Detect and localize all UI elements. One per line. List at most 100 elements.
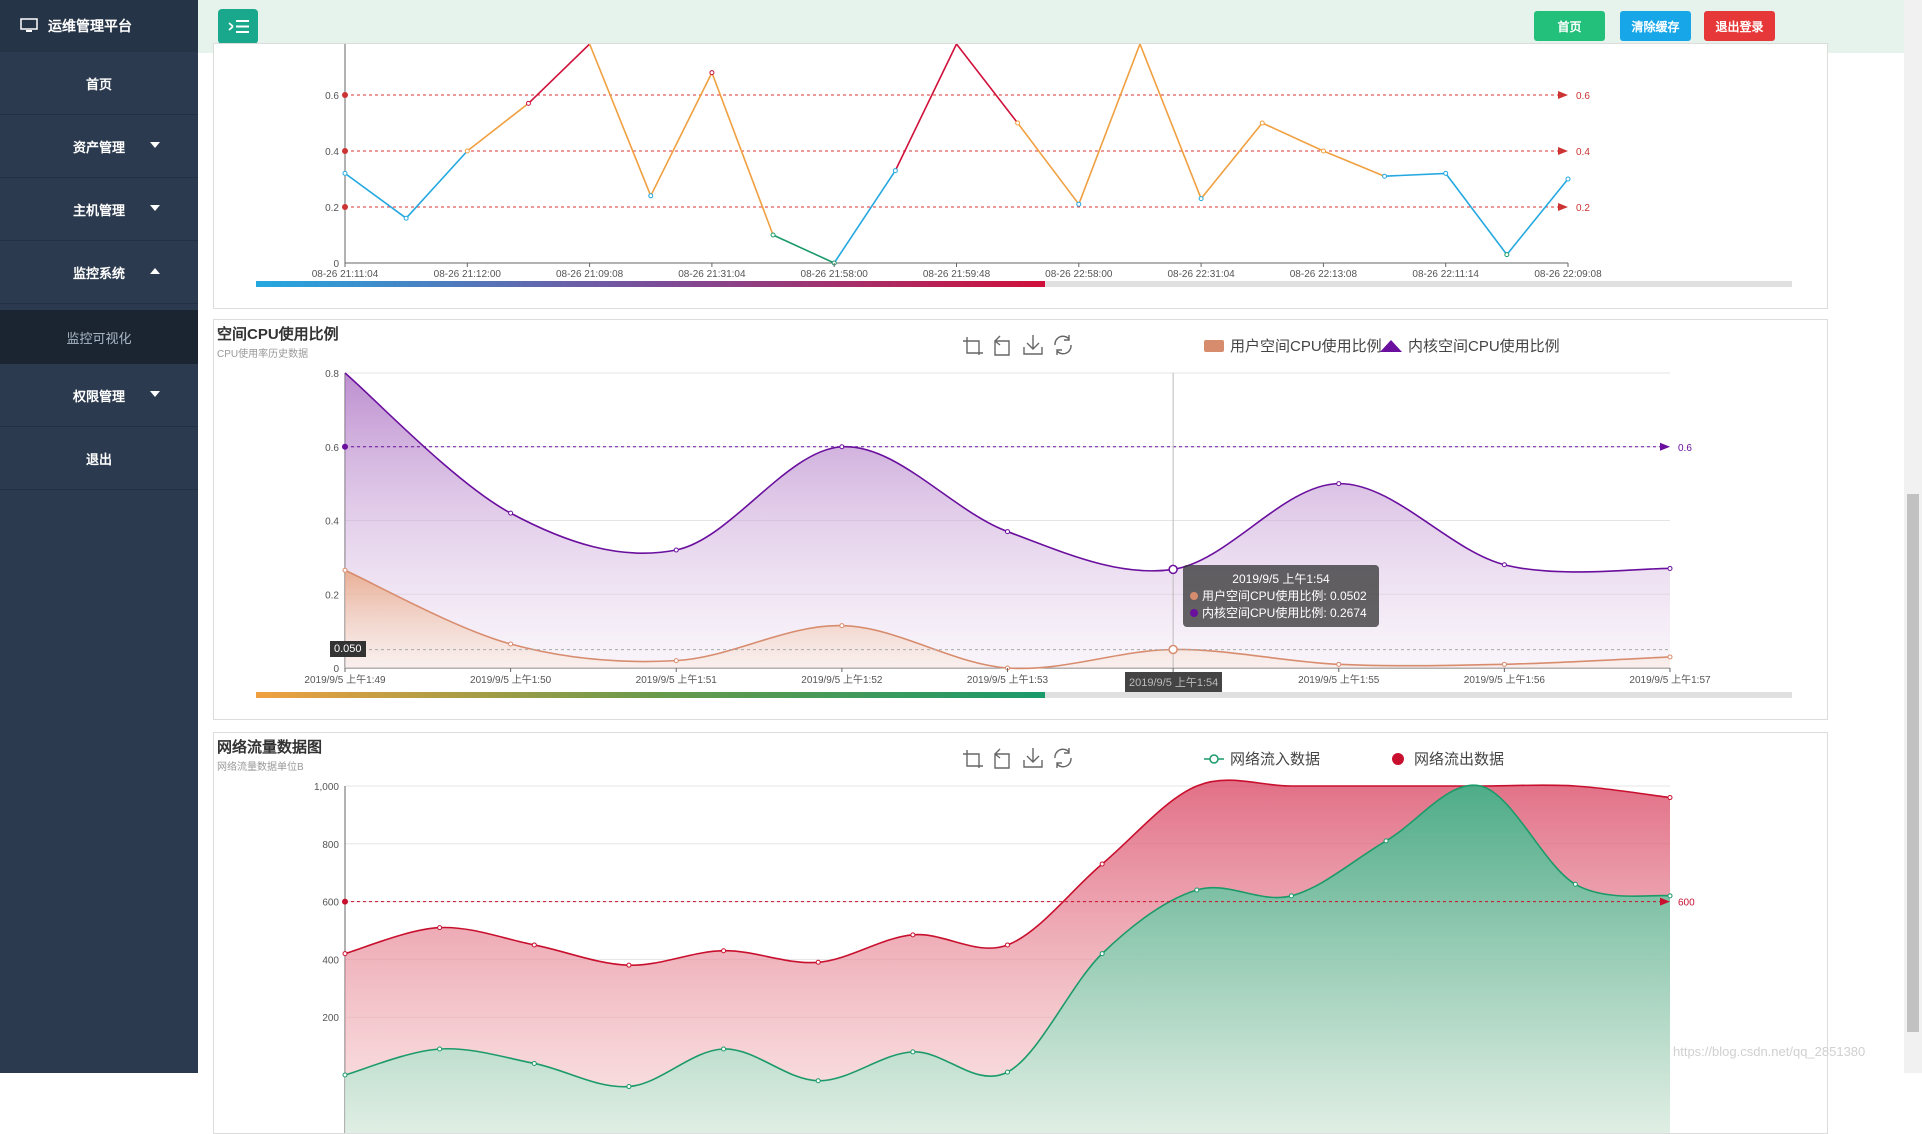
series-segment — [772, 234, 835, 264]
x-tick-label: 08-26 22:09:08 — [1534, 269, 1602, 280]
legend-swatch-net-out — [1392, 753, 1404, 765]
data-point — [648, 193, 654, 199]
markline-label: 0.6 — [1576, 91, 1590, 102]
page-scrollbar[interactable] — [1904, 0, 1922, 1073]
chart-2-datazoom[interactable] — [256, 692, 1792, 698]
menu-toggle-button[interactable] — [218, 9, 258, 44]
sidebar-item-exit[interactable]: 退出 — [0, 427, 198, 490]
monitor-icon — [20, 18, 38, 32]
tooltip-title: 2019/9/5 上午1:54 — [1232, 572, 1330, 586]
data-point — [815, 959, 821, 965]
series-segment — [1323, 150, 1385, 177]
chart-2-series — [342, 372, 1673, 671]
data-point — [1382, 173, 1388, 179]
markline-start-dot — [342, 92, 348, 98]
data-point — [721, 1046, 727, 1052]
sidebar-item-monitor[interactable]: 监控系统 — [0, 241, 198, 304]
data-point — [1383, 838, 1389, 844]
chart-panel-1: 0.6 0.4 0.2 0 0.2 0.4 0.6 08-26 21:11:04 08-26… — [213, 43, 1828, 309]
sidebar-item-label: 监控系统 — [72, 265, 125, 281]
scrollbar-thumb[interactable] — [1907, 494, 1919, 1032]
y-tick-label: 0.2 — [325, 590, 339, 601]
x-tick-label: 2019/9/5 上午1:53 — [967, 673, 1049, 686]
sidebar-item-hosts[interactable]: 主机管理 — [0, 178, 198, 241]
series-segment — [1017, 122, 1080, 205]
x-tick-label: 08-26 21:12:00 — [434, 269, 502, 280]
data-point — [1259, 120, 1265, 126]
x-tick-label: 2019/9/5 上午1:57 — [1629, 673, 1711, 686]
markline-label: 600 — [1678, 898, 1695, 909]
data-point — [1667, 893, 1673, 899]
caret-down-icon — [150, 391, 160, 397]
sidebar-item-label: 权限管理 — [72, 388, 125, 404]
markline-arrow — [1558, 91, 1568, 99]
chart-1-datazoom[interactable] — [256, 281, 1792, 287]
datazoom-range — [256, 692, 1045, 698]
x-tick-label: 2019/9/5 上午1:55 — [1298, 673, 1380, 686]
data-point — [910, 1049, 916, 1055]
download-icon — [1023, 335, 1043, 355]
sidebar-item-label: 退出 — [85, 451, 112, 467]
sidebar-item-home[interactable]: 首页 — [0, 52, 198, 115]
chart-1-x-ticks: 08-26 21:11:04 08-26 21:12:00 08-26 21:09:… — [312, 263, 1602, 280]
series-segment — [955, 44, 1019, 124]
series-segment — [650, 72, 713, 197]
clear-cache-button[interactable]: 清除缓存 — [1620, 11, 1691, 41]
chart-panel-cpu: 空间CPU使用比例 CPU使用率历史数据 用户空间CPU使用比例 内核空间CPU使… — [213, 319, 1828, 720]
data-point — [531, 942, 537, 948]
toolbox — [963, 335, 1072, 356]
data-point — [1099, 951, 1105, 957]
chart-3-legend: 网络流入数据 网络流出数据 — [1204, 751, 1504, 768]
download-icon-shape — [1023, 335, 1043, 355]
data-point — [342, 567, 348, 573]
data-point — [1565, 176, 1571, 182]
download-icon-shape — [1023, 748, 1043, 768]
y-tick-label: 0.6 — [325, 443, 339, 454]
series-segment — [1445, 172, 1508, 256]
brand[interactable]: 运维管理平台 — [0, 0, 198, 52]
download-icon — [1023, 748, 1043, 768]
home-button[interactable]: 首页 — [1534, 11, 1605, 41]
data-point — [464, 148, 470, 154]
chart-3-series — [342, 779, 1673, 1133]
data-point — [1015, 120, 1021, 126]
data-point — [1005, 942, 1010, 948]
sidebar-item-assets[interactable]: 资产管理 — [0, 115, 198, 178]
x-tick-label: 08-26 21:31:04 — [678, 269, 746, 280]
zoom-reset-icon-shape — [994, 335, 1010, 356]
markline-label: 0.4 — [1576, 147, 1590, 158]
x-tick-label: 08-26 21:09:08 — [556, 269, 624, 280]
data-point — [721, 948, 727, 954]
chart-1-svg: 0.60.40.2 00.20.40.6 08-26 21:11:04 08-26… — [256, 44, 1792, 287]
logout-button[interactable]: 退出登录 — [1704, 11, 1775, 41]
sidebar-subitem-label: 监控可视化 — [66, 330, 132, 346]
data-point — [1667, 654, 1673, 660]
y-tick-label: 200 — [322, 1013, 339, 1024]
series-segment — [1200, 122, 1263, 200]
data-point — [1194, 887, 1200, 893]
data-point — [1667, 795, 1673, 801]
y-tick-label: 1,000 — [314, 782, 339, 793]
series-segment — [405, 150, 468, 219]
data-point — [626, 1084, 632, 1090]
sidebar-subitem-visualization[interactable]: 监控可视化 — [0, 310, 198, 364]
refresh-icon — [1054, 335, 1072, 355]
series-segment — [833, 170, 897, 264]
data-point — [673, 658, 679, 664]
markline-arrow — [1558, 203, 1568, 211]
markline-start-dot — [342, 443, 348, 450]
zoom-reset-icon — [994, 335, 1010, 356]
x-tick-label: 2019/9/5 上午1:51 — [636, 673, 718, 686]
refresh-icon-shape — [1054, 748, 1072, 768]
sidebar-item-permissions[interactable]: 权限管理 — [0, 364, 198, 427]
data-point — [1005, 529, 1010, 535]
zoom-icon-shape — [963, 337, 983, 355]
hover-point — [1168, 564, 1178, 575]
x-tick-label: 2019/9/5 上午1:50 — [470, 673, 552, 686]
markline-start-dot — [342, 148, 348, 154]
chart-2-x-ticks: 2019/9/5 上午1:49 2019/9/5 上午1:50 2019/9/5 上… — [304, 668, 1711, 686]
data-point — [342, 951, 348, 957]
chart-tooltip: 2019/9/5 上午1:54 用户空间CPU使用比例: 0.0502 内核空间… — [1183, 565, 1379, 627]
data-point — [1667, 565, 1673, 571]
x-tick-label: 2019/9/5 上午1:52 — [801, 673, 883, 686]
